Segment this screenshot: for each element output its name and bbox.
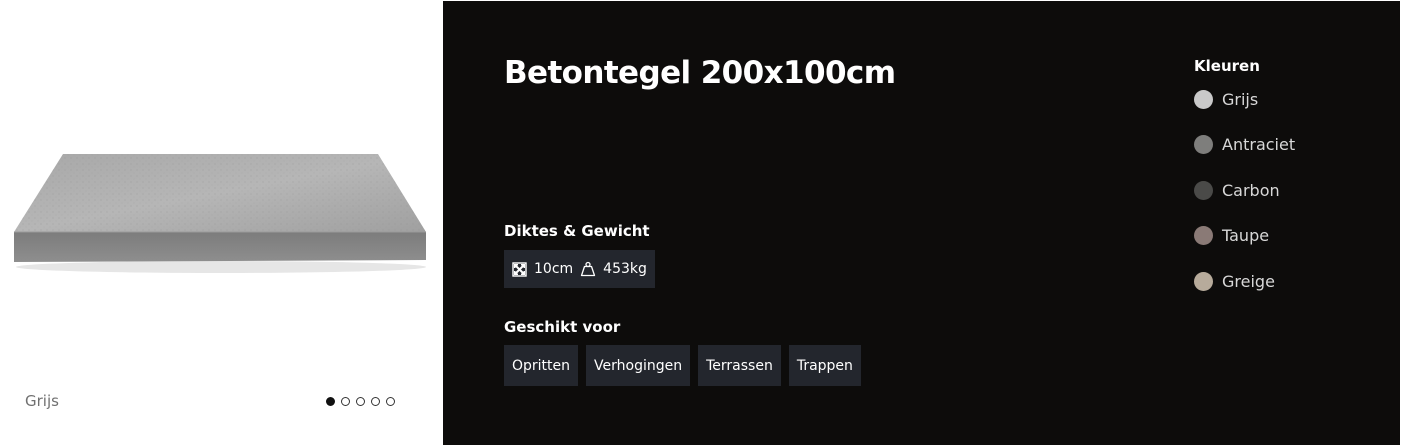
color-name: Greige — [1222, 271, 1275, 291]
image-caption: Grijs — [25, 392, 59, 410]
carousel-dots — [326, 397, 395, 406]
color-name: Grijs — [1222, 89, 1259, 109]
specs-box: 10cm 453kg — [504, 250, 655, 288]
color-name: Carbon — [1222, 180, 1280, 200]
color-swatch — [1194, 89, 1213, 109]
color-option-grijs[interactable]: Grijs — [1194, 89, 1295, 109]
color-swatch — [1194, 180, 1213, 200]
color-option-taupe[interactable]: Taupe — [1194, 226, 1295, 246]
carousel-dot[interactable] — [371, 397, 380, 406]
usage-tag-trappen[interactable]: Trappen — [788, 345, 861, 386]
thickness-value: 10cm — [534, 261, 574, 277]
product-image — [14, 154, 426, 273]
product-card: Grijs Betontegel 200x100cm Diktes & Gewi… — [0, 0, 1401, 446]
color-swatch — [1194, 226, 1213, 245]
color-swatch — [1194, 271, 1213, 291]
color-name: Antraciet — [1222, 135, 1296, 154]
carousel-dot[interactable] — [326, 397, 335, 406]
usage-label: Geschikt voor — [504, 318, 621, 336]
color-option-greige[interactable]: Greige — [1194, 271, 1295, 291]
specs-label: Diktes & Gewicht — [504, 222, 650, 240]
color-option-carbon[interactable]: Carbon — [1194, 180, 1295, 200]
color-option-antraciet[interactable]: Antraciet — [1194, 135, 1295, 155]
weight-value: 453kg — [603, 261, 647, 277]
color-name: Taupe — [1222, 226, 1270, 245]
usage-tag-terrassen[interactable]: Terrassen — [698, 345, 781, 386]
carousel-dot[interactable] — [356, 397, 365, 406]
product-details: Betontegel 200x100cm Diktes & Gewicht 10… — [443, 1, 1400, 445]
usage-tag-opritten[interactable]: Opritten — [504, 345, 579, 386]
weight-icon — [580, 261, 596, 277]
carousel-dot[interactable] — [341, 397, 350, 406]
usage-tag-verhogingen[interactable]: Verhogingen — [586, 345, 691, 386]
color-options: Kleuren Grijs Antraciet Carbon Taupe Gre… — [1194, 57, 1295, 317]
product-title: Betontegel 200x100cm — [504, 55, 896, 91]
color-swatch — [1194, 135, 1213, 154]
carousel-dot[interactable] — [386, 397, 395, 406]
product-gallery: Grijs — [0, 0, 443, 446]
usage-tags: Opritten Verhogingen Terrassen Trappen — [504, 345, 861, 386]
colors-label: Kleuren — [1194, 57, 1260, 75]
dimensions-icon — [512, 261, 527, 277]
